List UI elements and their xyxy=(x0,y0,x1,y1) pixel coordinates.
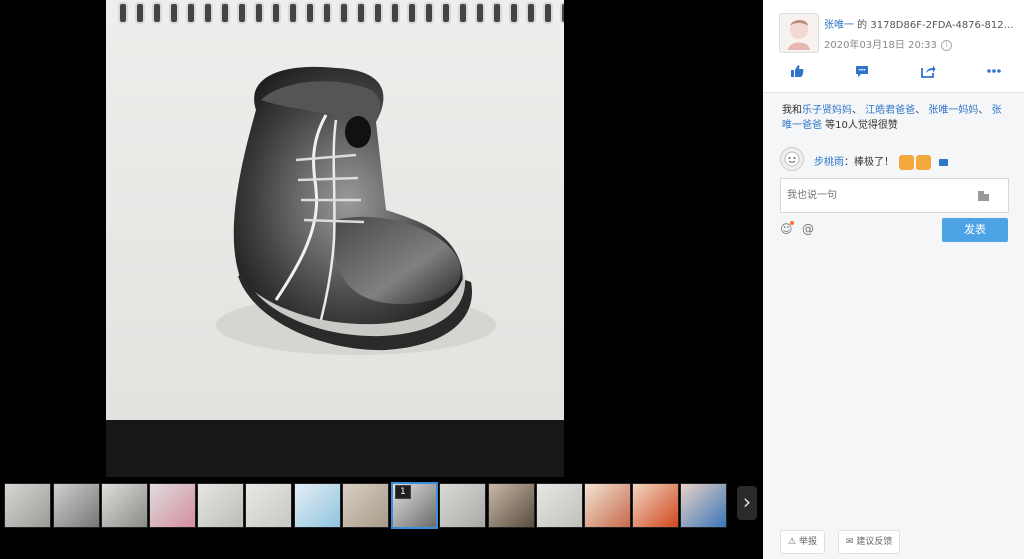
thumbnail[interactable] xyxy=(53,483,100,528)
thumbnail[interactable] xyxy=(342,483,389,528)
chevron-right-icon: › xyxy=(742,490,752,514)
thumbnail[interactable] xyxy=(294,483,341,528)
photo-viewer: 1 › xyxy=(0,0,763,559)
thumbnail[interactable] xyxy=(488,483,535,528)
likes-suffix: 等10人觉得很赞 xyxy=(822,120,898,131)
comment-item: 步桃雨：棒极了！ xyxy=(780,145,1012,171)
likes-summary: 我和乐子贤妈妈、 江皓君爸爸、 张唯一妈妈、 张唯一爸爸 等10人觉得很赞 xyxy=(782,105,1002,131)
info-icon[interactable]: i xyxy=(940,39,952,51)
thumbnail[interactable] xyxy=(536,483,583,528)
photo-bottom-shadow xyxy=(106,420,564,477)
reply-bubble-icon[interactable] xyxy=(939,158,949,166)
thumbnail[interactable] xyxy=(197,483,244,528)
notebook-spiral xyxy=(118,2,564,24)
likes-prefix: 我和 xyxy=(782,105,802,116)
thumbnail[interactable] xyxy=(4,483,51,528)
commenter-name[interactable]: 步桃雨 xyxy=(814,157,844,168)
avatar[interactable] xyxy=(780,147,804,171)
thumbnail[interactable] xyxy=(245,483,292,528)
thumbnail[interactable] xyxy=(632,483,679,528)
comment-body: ：棒极了！ xyxy=(844,157,894,168)
author-suffix: 的 xyxy=(854,20,871,31)
liker-name[interactable]: 江皓君爸爸 xyxy=(865,105,915,116)
date-text: 2020年03月18日 20:33 xyxy=(824,40,937,51)
mention-icon[interactable]: @ xyxy=(802,222,814,236)
feedback-label: 建议反馈 xyxy=(856,537,893,547)
feedback-icon: ✉ xyxy=(846,537,857,547)
thumbnail-index-badge: 1 xyxy=(395,485,411,499)
sketch-paper xyxy=(106,0,564,420)
report-label: 举报 xyxy=(798,537,817,547)
thumbs-up-icon[interactable] xyxy=(787,64,807,84)
thumbnail[interactable] xyxy=(149,483,196,528)
detail-panel: 张唯一 的 3178D86F-2FDA-4876-812… 2020年03月18… xyxy=(763,0,1024,559)
thumbnail[interactable] xyxy=(584,483,631,528)
boot-sketch xyxy=(216,66,496,355)
post-title-line: 张唯一 的 3178D86F-2FDA-4876-812… xyxy=(824,16,1014,31)
notification-dot-icon xyxy=(790,221,794,225)
hand-pointer-icon xyxy=(978,191,989,201)
album-id[interactable]: 3178D86F-2FDA-4876-812… xyxy=(870,20,1013,31)
liker-name[interactable]: 张唯一妈妈 xyxy=(928,105,978,116)
main-photo[interactable] xyxy=(106,0,564,477)
action-bar xyxy=(763,61,1024,87)
post-button[interactable]: 发表 xyxy=(942,218,1008,242)
reply-box xyxy=(780,178,960,213)
liker-name[interactable]: 乐子贤妈妈 xyxy=(802,105,852,116)
share-icon[interactable] xyxy=(918,64,938,84)
thumbnail-active[interactable]: 1 xyxy=(391,482,438,529)
feedback-button[interactable]: ✉ 建议反馈 xyxy=(838,530,901,554)
report-button[interactable]: ⚠ 举报 xyxy=(780,530,825,554)
reply-input[interactable] xyxy=(787,188,947,202)
comment-text: 步桃雨：棒极了！ xyxy=(814,153,949,170)
next-page-button[interactable]: › xyxy=(737,486,757,520)
avatar[interactable] xyxy=(779,13,819,53)
post-header: 张唯一 的 3178D86F-2FDA-4876-812… 2020年03月18… xyxy=(763,0,1024,93)
comment-icon[interactable] xyxy=(852,64,872,84)
reply-like-button[interactable] xyxy=(958,178,1009,213)
reply-tools: ☺ @ xyxy=(780,221,820,238)
thumbs-up-emoji-icon xyxy=(916,154,932,170)
thumbnail[interactable] xyxy=(439,483,486,528)
thumbnail[interactable] xyxy=(101,483,148,528)
author-name[interactable]: 张唯一 xyxy=(824,20,854,31)
post-date: 2020年03月18日 20:33 i xyxy=(824,36,952,51)
warning-icon: ⚠ xyxy=(788,537,799,547)
thumbs-up-emoji-icon xyxy=(899,154,915,170)
thumbnail-strip: 1 xyxy=(0,479,763,531)
more-icon[interactable] xyxy=(984,64,1004,84)
thumbnail[interactable] xyxy=(680,483,727,528)
